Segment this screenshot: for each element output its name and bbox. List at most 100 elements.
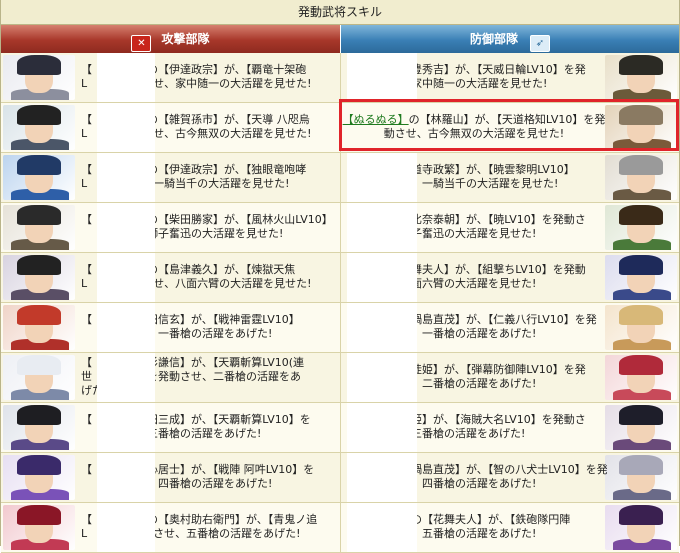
defense-cell: 【ぬるぬる】の【林羅山】が、【天道格知LV10】を発 動させ、古今無双の大活躍を見… xyxy=(341,103,679,152)
defense-text-line1: 鍋島直茂】が、【智の八犬士LV10】を発 xyxy=(411,463,607,476)
portrait-grey-hair-elder[interactable] xyxy=(605,155,677,200)
defense-text-line1: 豊秀吉】が、【天威日輪LV10】を発 xyxy=(411,63,586,76)
redaction-block xyxy=(347,253,417,302)
defense-text-line1a: の【林羅山】が、【天道格知LV10】を発 xyxy=(408,113,606,126)
defense-text-line2: 、二番槍の活躍をあげた! xyxy=(411,377,537,390)
defense-text-line2: 、一騎当千の大活躍を見せた! xyxy=(411,177,559,190)
sword-cross-icon: ✕ xyxy=(131,35,152,52)
redaction-block xyxy=(97,403,155,452)
defense-text-line1: 舞夫人】が、【組撃ちLV10】を発動 xyxy=(411,263,586,276)
skill-row: 【 】の【伊達政宗】が、【独眼竜咆哮 L 、一騎当千の大活躍を見せた! 道寺政繁】が… xyxy=(1,153,679,203)
attack-cell: 【 】の【伊達政宗】が、【覇竜十架砲 L させ、家中随一の大活躍を見せた! xyxy=(1,53,341,102)
redaction-block xyxy=(97,153,155,202)
attack-cell: 【 上杉謙信】が、【天覇斬算LV10(連世 】を発動させ、二番槍の活躍をあ げた! xyxy=(1,353,341,402)
defense-skill-text: 姫】が、【海賊大名LV10】を発動さ 三番槍の活躍をあげた! xyxy=(411,413,607,441)
defense-text-line1: 姫】が、【海賊大名LV10】を発動さ xyxy=(411,413,586,426)
attack-cell: 【 】の【奥村助右衛門】が、【青鬼ノ追 L 動させ、五番槍の活躍をあげた! xyxy=(1,503,341,552)
defense-skill-text: 【ぬるぬる】の【林羅山】が、【天道格知LV10】を発 動させ、古今無双の大活躍を見… xyxy=(341,113,607,141)
redaction-block xyxy=(347,353,417,402)
portrait-masked-helmet-warrior[interactable] xyxy=(3,55,75,100)
skill-row: 【 】の【伊達政宗】が、【覇竜十架砲 L させ、家中随一の大活躍を見せた! 豊秀吉】… xyxy=(1,53,679,103)
shield-icon: ➶ xyxy=(530,35,550,52)
redaction-block xyxy=(97,503,155,552)
attack-cell: 【 】の【島津義久】が、【煉獄天焦 L させ、八面六臂の大活躍を見せた! xyxy=(1,253,341,302)
defense-text-line1: 比奈泰朝】が、【暁LV10】を発動さ xyxy=(411,213,586,226)
portrait-bearded-general[interactable] xyxy=(3,205,75,250)
attack-cell: 【 】の【柴田勝家】が、【風林火山LV10】 、獅子奮迅の大活躍を見せた! xyxy=(1,203,341,252)
portrait-blue-hair-lady[interactable] xyxy=(605,255,677,300)
redaction-block xyxy=(97,303,155,352)
skill-row: 【 鳥心居士】が、【戦陣 阿吽LV10】を せ、四番槍の活躍をあげた! 鍋島直茂】… xyxy=(1,453,679,503)
defense-text-line2: 三番槍の活躍をあげた! xyxy=(411,427,526,440)
portrait-purple-hair-lady[interactable] xyxy=(605,505,677,550)
defense-text-line2: 家中随一の大活躍を見せた! xyxy=(411,77,548,90)
attack-cell: 【 武田信玄】が、【戦神雷霆LV10】 せ、一番槍の活躍をあげた! xyxy=(1,303,341,352)
attack-column-header: ✕ 攻撃部隊 xyxy=(1,25,340,53)
redaction-block xyxy=(347,403,417,452)
defense-text-line1: の【花舞夫人】が、【鉄砲隊円陣 xyxy=(411,513,571,526)
defense-skill-text: 徒姫】が、【弾幕防御陣LV10】を発 、二番槍の活躍をあげた! xyxy=(411,363,607,391)
portrait-silver-hair-youth[interactable] xyxy=(605,455,677,500)
portrait-purple-hat-sage[interactable] xyxy=(3,455,75,500)
portrait-topknot-lord[interactable] xyxy=(605,55,677,100)
defense-text-line2: 動させ、古今無双の大活躍を見せた! xyxy=(383,127,565,140)
skill-row: 【 上杉謙信】が、【天覇斬算LV10(連世 】を発動させ、二番槍の活躍をあ げた!… xyxy=(1,353,679,403)
defense-skill-text: 舞夫人】が、【組撃ちLV10】を発動 面六臂の大活躍を見せた! xyxy=(411,263,607,291)
defense-text-line2: 子奮迅の大活躍を見せた! xyxy=(411,227,537,240)
portrait-dark-hair-strategist[interactable] xyxy=(3,405,75,450)
defense-text-line2: 、一番槍の活躍をあげた! xyxy=(411,327,537,340)
skill-row: 【 石田三成】が、【天覇斬算LV10】を 、三番槍の活躍をあげた! 姫】が、【海賊… xyxy=(1,403,679,453)
portrait-red-lion-helm[interactable] xyxy=(3,305,75,350)
skill-panel: 発動武将スキル ✕ 攻撃部隊 防御部隊 ➶ 【 】の【伊達政宗】が、【覇竜十架砲 L … xyxy=(0,0,680,553)
redaction-block xyxy=(97,103,155,152)
attack-header-label: 攻撃部隊 xyxy=(161,32,210,46)
skill-rows: 【 】の【伊達政宗】が、【覇竜十架砲 L させ、家中随一の大活躍を見せた! 豊秀吉】… xyxy=(1,53,679,553)
player-name-link[interactable]: 【ぬるぬる】 xyxy=(343,113,409,126)
redaction-block xyxy=(347,153,417,202)
defense-column-header: 防御部隊 ➶ xyxy=(341,25,679,53)
attack-cell: 【 】の【伊達政宗】が、【独眼竜咆哮 L 、一騎当千の大活躍を見せた! xyxy=(1,153,341,202)
defense-text-line2: 、五番槍の活躍をあげた! xyxy=(411,527,537,540)
portrait-dark-armor-lord[interactable] xyxy=(3,255,75,300)
portrait-green-armor-youth[interactable] xyxy=(605,205,677,250)
redaction-block xyxy=(347,53,417,102)
redaction-block xyxy=(347,203,417,252)
portrait-dark-hair-gunner[interactable] xyxy=(3,105,75,150)
defense-text-line2: 面六臂の大活躍を見せた! xyxy=(411,277,537,290)
portrait-dark-hair-princess[interactable] xyxy=(605,405,677,450)
redaction-block xyxy=(97,253,155,302)
defense-skill-text: の【花舞夫人】が、【鉄砲隊円陣 、五番槍の活躍をあげた! xyxy=(411,513,607,541)
redaction-block xyxy=(97,353,155,402)
defense-text-line2: 、四番槍の活躍をあげた! xyxy=(411,477,537,490)
redaction-block xyxy=(97,203,155,252)
portrait-blonde-lady[interactable] xyxy=(605,305,677,350)
skill-row: 【 】の【島津義久】が、【煉獄天焦 L させ、八面六臂の大活躍を見せた! 舞夫人】が… xyxy=(1,253,679,303)
attack-cell: 【 石田三成】が、【天覇斬算LV10】を 、三番槍の活躍をあげた! xyxy=(1,403,341,452)
defense-text-line1: 徒姫】が、【弾幕防御陣LV10】を発 xyxy=(411,363,586,376)
defense-text-line1: 道寺政繁】が、【暁雲黎明LV10】 xyxy=(411,163,575,176)
skill-row: 【 】の【雑賀孫市】が、【天導 八咫烏 L させ、古今無双の大活躍を見せた! 【ぬる… xyxy=(1,103,679,153)
redaction-block xyxy=(97,453,155,502)
portrait-white-hood-monk[interactable] xyxy=(3,355,75,400)
defense-skill-text: 比奈泰朝】が、【暁LV10】を発動さ 子奮迅の大活躍を見せた! xyxy=(411,213,607,241)
portrait-red-oni-warrior[interactable] xyxy=(3,505,75,550)
redaction-block xyxy=(347,303,417,352)
redaction-block xyxy=(347,453,417,502)
defense-text-line1: 【ぬるぬる】の【林羅山】が、【天道格知LV10】を発 xyxy=(341,113,607,127)
defense-header-label: 防御部隊 xyxy=(469,32,518,46)
defense-skill-text: 豊秀吉】が、【天威日輪LV10】を発 家中随一の大活躍を見せた! xyxy=(411,63,607,91)
portrait-blue-armor-dragon[interactable] xyxy=(3,155,75,200)
skill-row: 【 武田信玄】が、【戦神雷霆LV10】 せ、一番槍の活躍をあげた! 鍋島直茂】が、… xyxy=(1,303,679,353)
defense-skill-text: 道寺政繁】が、【暁雲黎明LV10】 、一騎当千の大活躍を見せた! xyxy=(411,163,607,191)
portrait-red-hair-lady[interactable] xyxy=(605,355,677,400)
panel-title: 発動武将スキル xyxy=(1,0,679,25)
redaction-block xyxy=(347,503,417,552)
redaction-block xyxy=(97,53,155,102)
portrait-old-scholar[interactable] xyxy=(605,105,677,150)
attack-cell: 【 】の【雑賀孫市】が、【天導 八咫烏 L させ、古今無双の大活躍を見せた! xyxy=(1,103,341,152)
defense-skill-text: 鍋島直茂】が、【智の八犬士LV10】を発 、四番槍の活躍をあげた! xyxy=(411,463,607,491)
attack-cell: 【 鳥心居士】が、【戦陣 阿吽LV10】を せ、四番槍の活躍をあげた! xyxy=(1,453,341,502)
defense-skill-text: 鍋島直茂】が、【仁義八行LV10】を発 、一番槍の活躍をあげた! xyxy=(411,313,607,341)
skill-row: 【 】の【柴田勝家】が、【風林火山LV10】 、獅子奮迅の大活躍を見せた! 比奈泰… xyxy=(1,203,679,253)
defense-text-line1: 鍋島直茂】が、【仁義八行LV10】を発 xyxy=(411,313,597,326)
